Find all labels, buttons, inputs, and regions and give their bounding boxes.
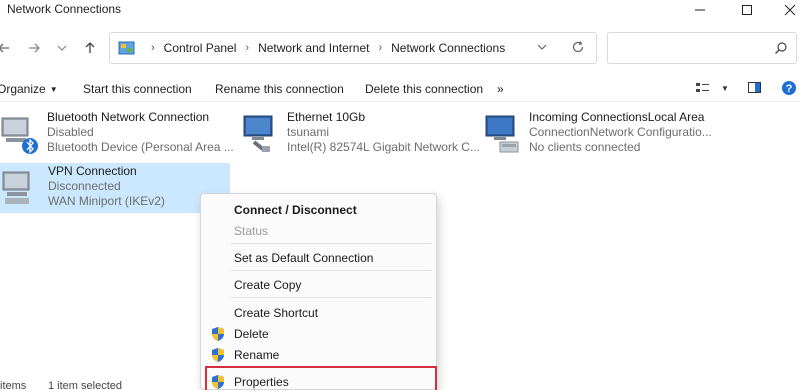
- chevron-down-icon: [57, 45, 67, 51]
- preview-pane-icon[interactable]: [747, 81, 763, 95]
- rename-connection-button[interactable]: Rename this connection: [215, 82, 344, 96]
- uac-shield-icon: [212, 327, 224, 341]
- command-bar: Organize ▼ Start this connection Rename t…: [0, 76, 800, 102]
- connection-name: Bluetooth Network Connection: [47, 110, 210, 124]
- minimize-icon: [695, 9, 705, 11]
- control-panel-icon: [118, 41, 135, 55]
- menu-separator: [231, 270, 431, 271]
- uac-shield-icon: [212, 348, 224, 362]
- connection-status: tsunami: [287, 125, 330, 139]
- connection-device: WAN Miniport (IKEv2): [48, 194, 165, 208]
- organize-button[interactable]: Organize ▼: [0, 82, 58, 96]
- connection-name: VPN Connection: [48, 164, 137, 178]
- connection-name: Incoming ConnectionsLocal Area: [529, 110, 705, 124]
- maximize-icon: [742, 5, 752, 15]
- connection-item-vpn[interactable]: VPN Connection Disconnected WAN Miniport…: [0, 163, 230, 213]
- menu-separator: [231, 243, 431, 244]
- vpn-adapter-icon: [1, 166, 41, 210]
- search-icon: [774, 41, 788, 58]
- caret-down-icon: ▼: [49, 85, 58, 94]
- menu-item-label: Rename: [234, 348, 280, 362]
- address-bar[interactable]: › Control Panel › Network and Internet ›…: [109, 32, 597, 64]
- change-view-icon[interactable]: [695, 81, 711, 95]
- refresh-button[interactable]: [571, 40, 585, 57]
- start-connection-button[interactable]: Start this connection: [83, 82, 192, 96]
- menu-item-delete[interactable]: Delete: [201, 324, 438, 344]
- connection-status: Disabled: [47, 125, 94, 139]
- menu-item-label: Delete: [234, 327, 269, 341]
- menu-item-label: Create Shortcut: [234, 306, 319, 320]
- ethernet-adapter-icon: [240, 112, 280, 156]
- forward-button[interactable]: [24, 38, 44, 58]
- menu-item-label: Create Copy: [234, 278, 302, 292]
- connection-item-ethernet[interactable]: Ethernet 10Gb tsunami Intel(R) 82574L Gi…: [240, 110, 480, 158]
- breadcrumb-network-connections[interactable]: Network Connections: [391, 41, 505, 55]
- svg-text:?: ?: [786, 83, 793, 95]
- menu-item-rename[interactable]: Rename: [201, 345, 438, 365]
- menu-item-create-shortcut[interactable]: Create Shortcut: [201, 303, 438, 323]
- breadcrumb-separator-icon: ›: [245, 42, 250, 54]
- window-title: Network Connections: [7, 2, 122, 16]
- menu-item-connect-disconnect[interactable]: Connect / Disconnect: [201, 200, 438, 220]
- menu-item-status: Status: [201, 221, 438, 241]
- caret-down-icon[interactable]: ▼: [721, 84, 729, 93]
- recent-locations-button[interactable]: [52, 38, 72, 58]
- connection-device: Intel(R) 82574L Gigabit Network C...: [287, 140, 480, 154]
- menu-item-set-default[interactable]: Set as Default Connection: [201, 248, 438, 268]
- back-button[interactable]: [0, 38, 14, 58]
- connection-device: No clients connected: [529, 140, 641, 154]
- refresh-icon: [572, 41, 584, 53]
- status-selection: 1 item selected: [48, 380, 122, 390]
- breadcrumb-network-and-internet[interactable]: Network and Internet: [258, 41, 369, 55]
- close-icon: [784, 4, 796, 16]
- up-arrow-icon: [85, 42, 95, 53]
- up-button[interactable]: [80, 38, 100, 58]
- search-box[interactable]: [607, 32, 797, 64]
- forward-arrow-icon: [29, 43, 40, 53]
- maximize-button[interactable]: [727, 0, 767, 20]
- minimize-button[interactable]: [680, 0, 720, 20]
- connection-name: Ethernet 10Gb: [287, 110, 366, 124]
- menu-item-label: Set as Default Connection: [234, 251, 374, 265]
- menu-item-label: Connect / Disconnect: [234, 203, 357, 217]
- breadcrumb-control-panel[interactable]: Control Panel: [164, 41, 237, 55]
- address-dropdown-button[interactable]: [537, 41, 547, 55]
- incoming-connections-icon: [482, 112, 522, 156]
- status-bar: items 1 item selected: [0, 380, 800, 390]
- breadcrumb: › Control Panel › Network and Internet ›…: [118, 40, 505, 56]
- breadcrumb-separator-icon: ›: [151, 42, 155, 54]
- context-menu: Connect / Disconnect Status Set as Defau…: [200, 193, 437, 390]
- delete-connection-button[interactable]: Delete this connection: [365, 82, 483, 96]
- back-arrow-icon: [0, 43, 9, 53]
- close-button[interactable]: [770, 0, 800, 20]
- connection-device: Bluetooth Device (Personal Area ...: [47, 140, 234, 154]
- chevron-down-icon: [537, 44, 547, 50]
- connection-status: Disconnected: [48, 179, 121, 193]
- menu-item-label: Status: [234, 224, 269, 238]
- network-adapter-icon: [0, 112, 40, 156]
- organize-label: Organize: [0, 82, 46, 96]
- search-input[interactable]: [614, 39, 764, 57]
- connection-item-incoming[interactable]: Incoming ConnectionsLocal Area Connectio…: [482, 110, 712, 158]
- title-bar: Network Connections: [0, 0, 800, 24]
- more-commands-button[interactable]: »: [497, 82, 504, 96]
- connection-status: ConnectionNetwork Configuratio...: [529, 125, 712, 139]
- view-options: ▼ ?: [695, 80, 797, 96]
- help-icon[interactable]: ?: [781, 80, 797, 96]
- menu-separator: [231, 297, 431, 298]
- status-item-count: items: [0, 380, 27, 390]
- menu-item-create-copy[interactable]: Create Copy: [201, 275, 438, 295]
- connection-item-bluetooth[interactable]: Bluetooth Network Connection Disabled Bl…: [0, 110, 234, 158]
- breadcrumb-separator-icon: ›: [378, 42, 383, 54]
